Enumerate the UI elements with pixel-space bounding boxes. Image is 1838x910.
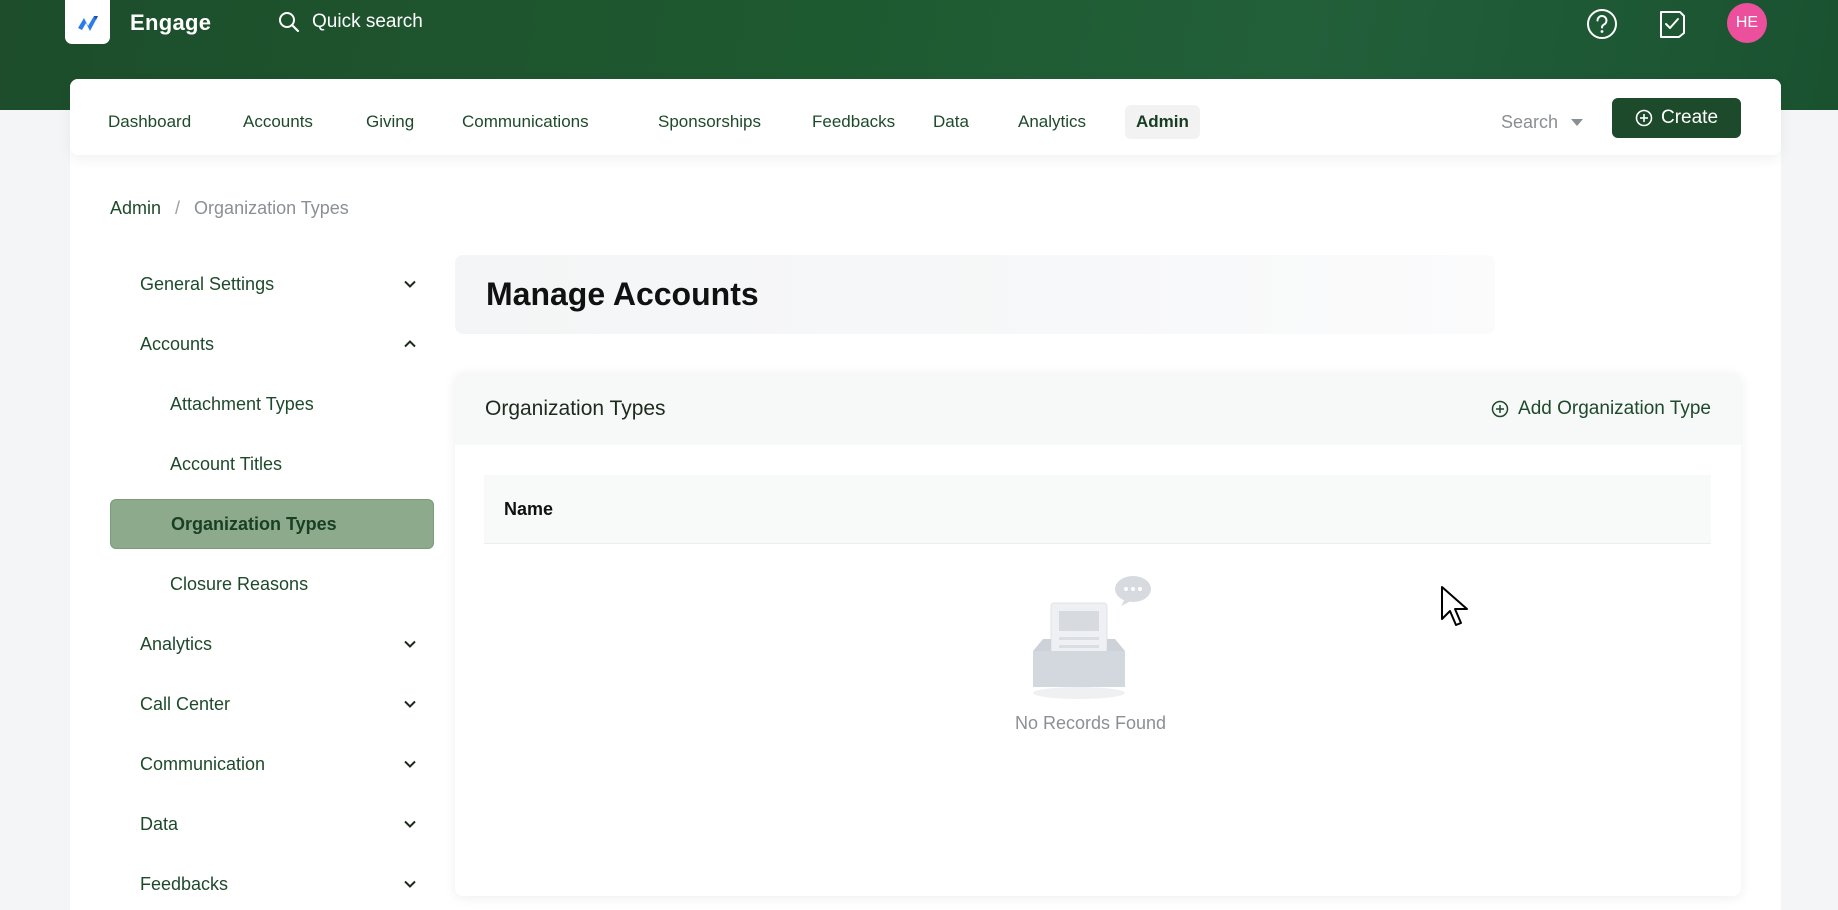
- caret-down-icon: [1571, 118, 1584, 126]
- empty-state-text: No Records Found: [1014, 713, 1167, 733]
- sidebar-item-label: Feedbacks: [140, 873, 229, 894]
- breadcrumb-current: Organization Types: [194, 198, 349, 218]
- nav-search-label: Search: [1501, 111, 1559, 132]
- sidebar-item-label: Organization Types: [171, 513, 337, 534]
- tasks-button[interactable]: [1652, 4, 1692, 44]
- main-nav: Dashboard Accounts Giving Communications…: [70, 79, 1781, 155]
- sidebar-item-label: Call Center: [140, 693, 231, 714]
- help-icon: [1587, 9, 1617, 39]
- tasks-icon: [1660, 11, 1685, 38]
- sidebar-item-label: Data: [140, 813, 179, 834]
- nav-analytics[interactable]: Analytics: [1007, 105, 1097, 139]
- help-button[interactable]: [1582, 4, 1622, 44]
- sidebar-item-label: Communication: [140, 753, 266, 774]
- content-shell: Dashboard Accounts Giving Communications…: [70, 79, 1781, 910]
- sidebar-item-general-settings[interactable]: General Settings: [110, 259, 434, 309]
- sidebar-item-attachment-types[interactable]: Attachment Types: [110, 379, 434, 429]
- breadcrumb: Admin / Organization Types: [110, 198, 349, 219]
- sidebar-item-account-titles[interactable]: Account Titles: [110, 439, 434, 489]
- sidebar-item-closure-reasons[interactable]: Closure Reasons: [110, 559, 434, 609]
- plus-circle-icon: [1491, 400, 1509, 418]
- sidebar-item-analytics[interactable]: Analytics: [110, 619, 434, 669]
- add-organization-type-label: Add Organization Type: [1518, 398, 1711, 419]
- app-name: Engage: [130, 10, 212, 35]
- sidebar-item-accounts[interactable]: Accounts: [110, 319, 434, 369]
- breadcrumb-separator: /: [175, 198, 181, 218]
- sidebar-item-label: General Settings: [140, 273, 275, 294]
- breadcrumb-admin[interactable]: Admin: [110, 198, 161, 219]
- chevron-down-icon: [404, 760, 416, 768]
- sidebar-item-feedbacks[interactable]: Feedbacks: [110, 859, 434, 909]
- page-title: Manage Accounts: [486, 276, 759, 312]
- create-button[interactable]: Create: [1612, 98, 1741, 138]
- organization-types-card: Organization Types Add Organization Type…: [455, 373, 1741, 896]
- nav-admin[interactable]: Admin: [1125, 105, 1200, 139]
- plus-circle-icon: [1635, 109, 1653, 127]
- chevron-down-icon: [404, 280, 416, 288]
- sidebar-item-label: Accounts: [140, 333, 215, 354]
- nav-sponsorships[interactable]: Sponsorships: [647, 105, 772, 139]
- chevron-up-icon: [404, 340, 416, 348]
- nav-search-dropdown[interactable]: Search: [1501, 105, 1584, 139]
- chevron-down-icon: [404, 820, 416, 828]
- search-icon: [279, 12, 300, 33]
- nav-giving[interactable]: Giving: [355, 105, 425, 139]
- logo-icon: [77, 16, 98, 31]
- add-organization-type-button[interactable]: Add Organization Type: [1491, 398, 1711, 420]
- sidebar-item-organization-types[interactable]: Organization Types: [110, 499, 434, 549]
- sidebar-item-label: Attachment Types: [170, 393, 314, 414]
- chevron-down-icon: [404, 700, 416, 708]
- chevron-down-icon: [404, 640, 416, 648]
- nav-communications[interactable]: Communications: [451, 105, 600, 139]
- nav-feedbacks[interactable]: Feedbacks: [801, 105, 906, 139]
- empty-inbox-icon: [1032, 576, 1151, 699]
- table-header-name[interactable]: Name: [484, 475, 1711, 544]
- card-title: Organization Types: [485, 397, 666, 420]
- nav-dashboard[interactable]: Dashboard: [97, 105, 202, 139]
- create-button-label: Create: [1660, 107, 1719, 128]
- user-avatar[interactable]: HE: [1727, 3, 1767, 43]
- chevron-down-icon: [404, 880, 416, 888]
- sidebar-item-call-center[interactable]: Call Center: [110, 679, 434, 729]
- sidebar-item-label: Closure Reasons: [170, 573, 309, 594]
- sidebar-item-communication[interactable]: Communication: [110, 739, 434, 789]
- sidebar-item-data[interactable]: Data: [110, 799, 434, 849]
- page-header: Manage Accounts: [455, 255, 1495, 334]
- sidebar-item-label: Analytics: [140, 633, 213, 654]
- quick-search-label: Quick search: [312, 11, 423, 32]
- app-logo[interactable]: [65, 0, 110, 44]
- mouse-cursor-icon: [1441, 586, 1468, 626]
- card-header: Organization Types Add Organization Type: [455, 373, 1741, 445]
- sidebar-item-label: Account Titles: [170, 453, 283, 474]
- nav-accounts[interactable]: Accounts: [232, 105, 324, 139]
- quick-search[interactable]: Quick search: [278, 8, 423, 36]
- nav-data[interactable]: Data: [922, 105, 980, 139]
- empty-state: No Records Found: [455, 573, 1726, 734]
